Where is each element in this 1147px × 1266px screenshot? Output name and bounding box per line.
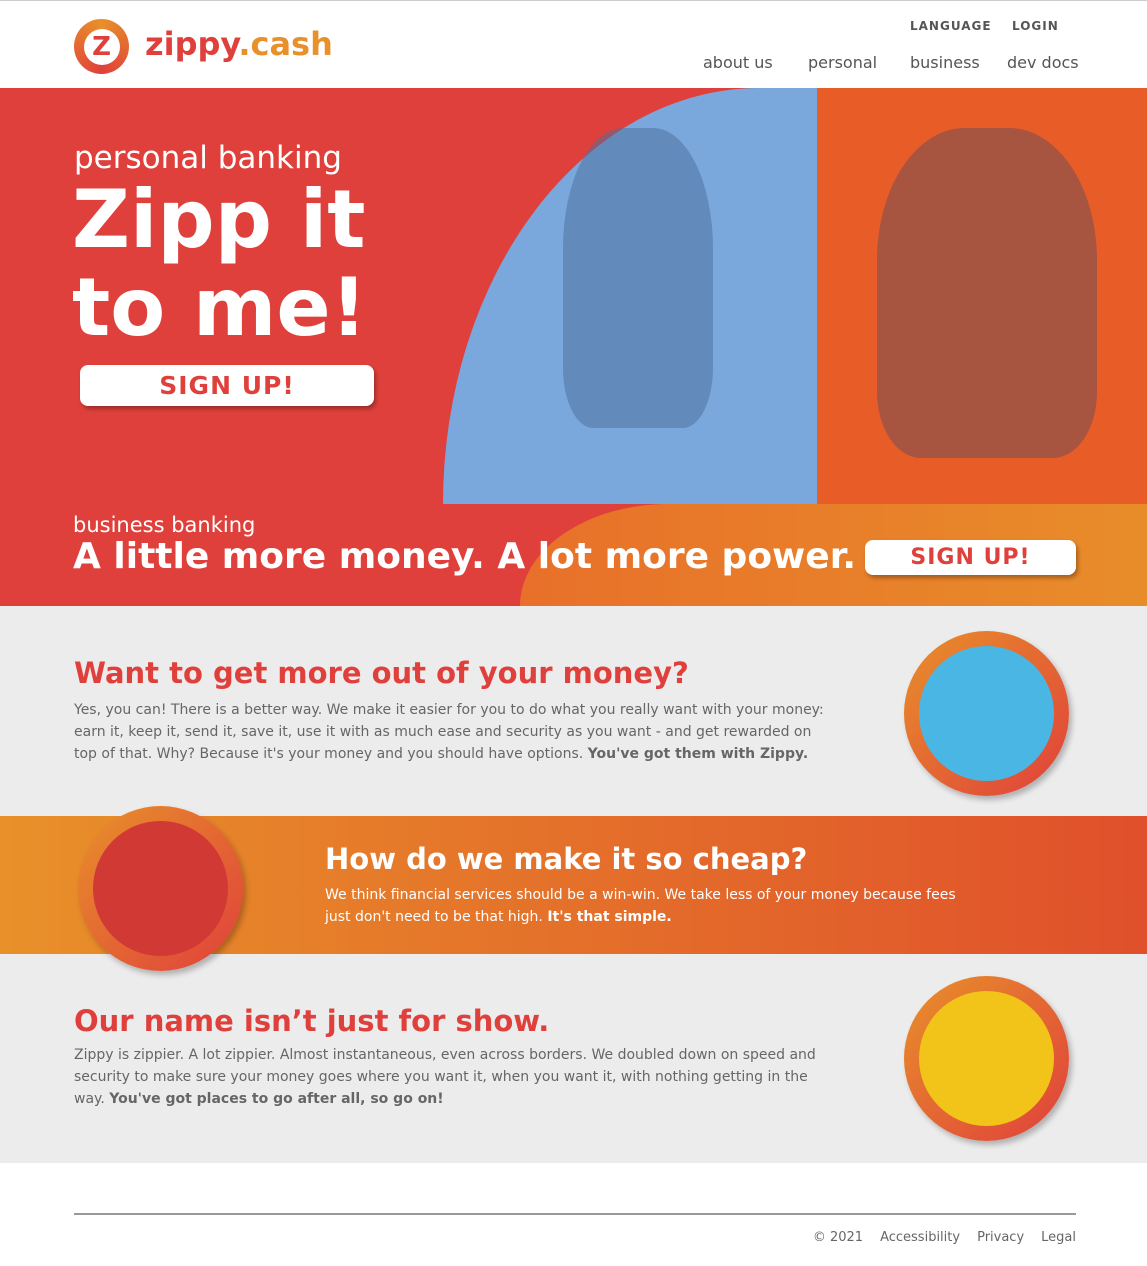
hero-photo-woman-running: [817, 88, 1147, 504]
section-body: Yes, you can! There is a better way. We …: [74, 699, 824, 765]
nav-business[interactable]: business: [910, 53, 980, 72]
body-bold: You've got them with Zippy.: [587, 746, 809, 762]
footer-divider: [74, 1213, 1076, 1215]
section-body: We think financial services should be a …: [325, 884, 965, 928]
language-link[interactable]: LANGUAGE: [910, 19, 992, 33]
logo-letter: Z: [83, 28, 120, 65]
body-bold: You've got places to go after all, so go…: [109, 1091, 444, 1107]
footer-links: © 2021 Accessibility Privacy Legal: [813, 1230, 1076, 1245]
logo-icon[interactable]: Z: [74, 19, 129, 74]
hero-eyebrow: personal banking: [74, 140, 342, 176]
footer-copyright: © 2021: [812, 1230, 864, 1245]
logo-text[interactable]: zippy.cash: [145, 25, 333, 63]
logo-domain: .cash: [238, 25, 333, 63]
header: Z zippy.cash LANGUAGE LOGIN about us per…: [0, 1, 1147, 88]
section-cheap: How do we make it so cheap? We think fin…: [0, 806, 1147, 971]
hero: personal banking Zipp it to me! SIGN UP!…: [0, 88, 1147, 606]
photo-man-red-hoodie: [78, 806, 243, 971]
business-title: A little more money. A lot more power.: [73, 536, 857, 577]
business-signup-button[interactable]: SIGN UP!: [865, 540, 1076, 575]
section-title: How do we make it so cheap?: [325, 842, 808, 876]
footer-accessibility-link[interactable]: Accessibility: [880, 1230, 960, 1245]
logo-name: zippy: [145, 25, 239, 63]
nav-about-us[interactable]: about us: [703, 53, 773, 72]
hero-title-line2: to me!: [72, 261, 368, 354]
photo-woman-phone: [904, 631, 1069, 796]
login-link[interactable]: LOGIN: [1012, 19, 1059, 33]
business-eyebrow: business banking: [73, 513, 256, 537]
section-more-money: Want to get more out of your money? Yes,…: [0, 606, 1147, 816]
section-body: Zippy is zippier. A lot zippier. Almost …: [74, 1044, 824, 1110]
section-title: Want to get more out of your money?: [74, 656, 689, 690]
hero-title-line1: Zipp it: [72, 173, 366, 266]
hero-title: Zipp it to me!: [72, 176, 367, 352]
hero-photo-man-jumping: [443, 88, 817, 504]
body-bold: It's that simple.: [547, 909, 672, 925]
personal-signup-button[interactable]: SIGN UP!: [80, 365, 374, 406]
footer-legal-link[interactable]: Legal: [1041, 1230, 1076, 1245]
person-silhouette: [877, 128, 1097, 458]
section-name: Our name isn’t just for show. Zippy is z…: [0, 954, 1147, 1163]
section-title: Our name isn’t just for show.: [74, 1004, 550, 1038]
footer-privacy-link[interactable]: Privacy: [977, 1230, 1024, 1245]
nav-dev-docs[interactable]: dev docs: [1007, 53, 1079, 72]
photo-woman-smiling: [904, 976, 1069, 1141]
nav-personal[interactable]: personal: [808, 53, 877, 72]
person-silhouette: [563, 128, 713, 428]
